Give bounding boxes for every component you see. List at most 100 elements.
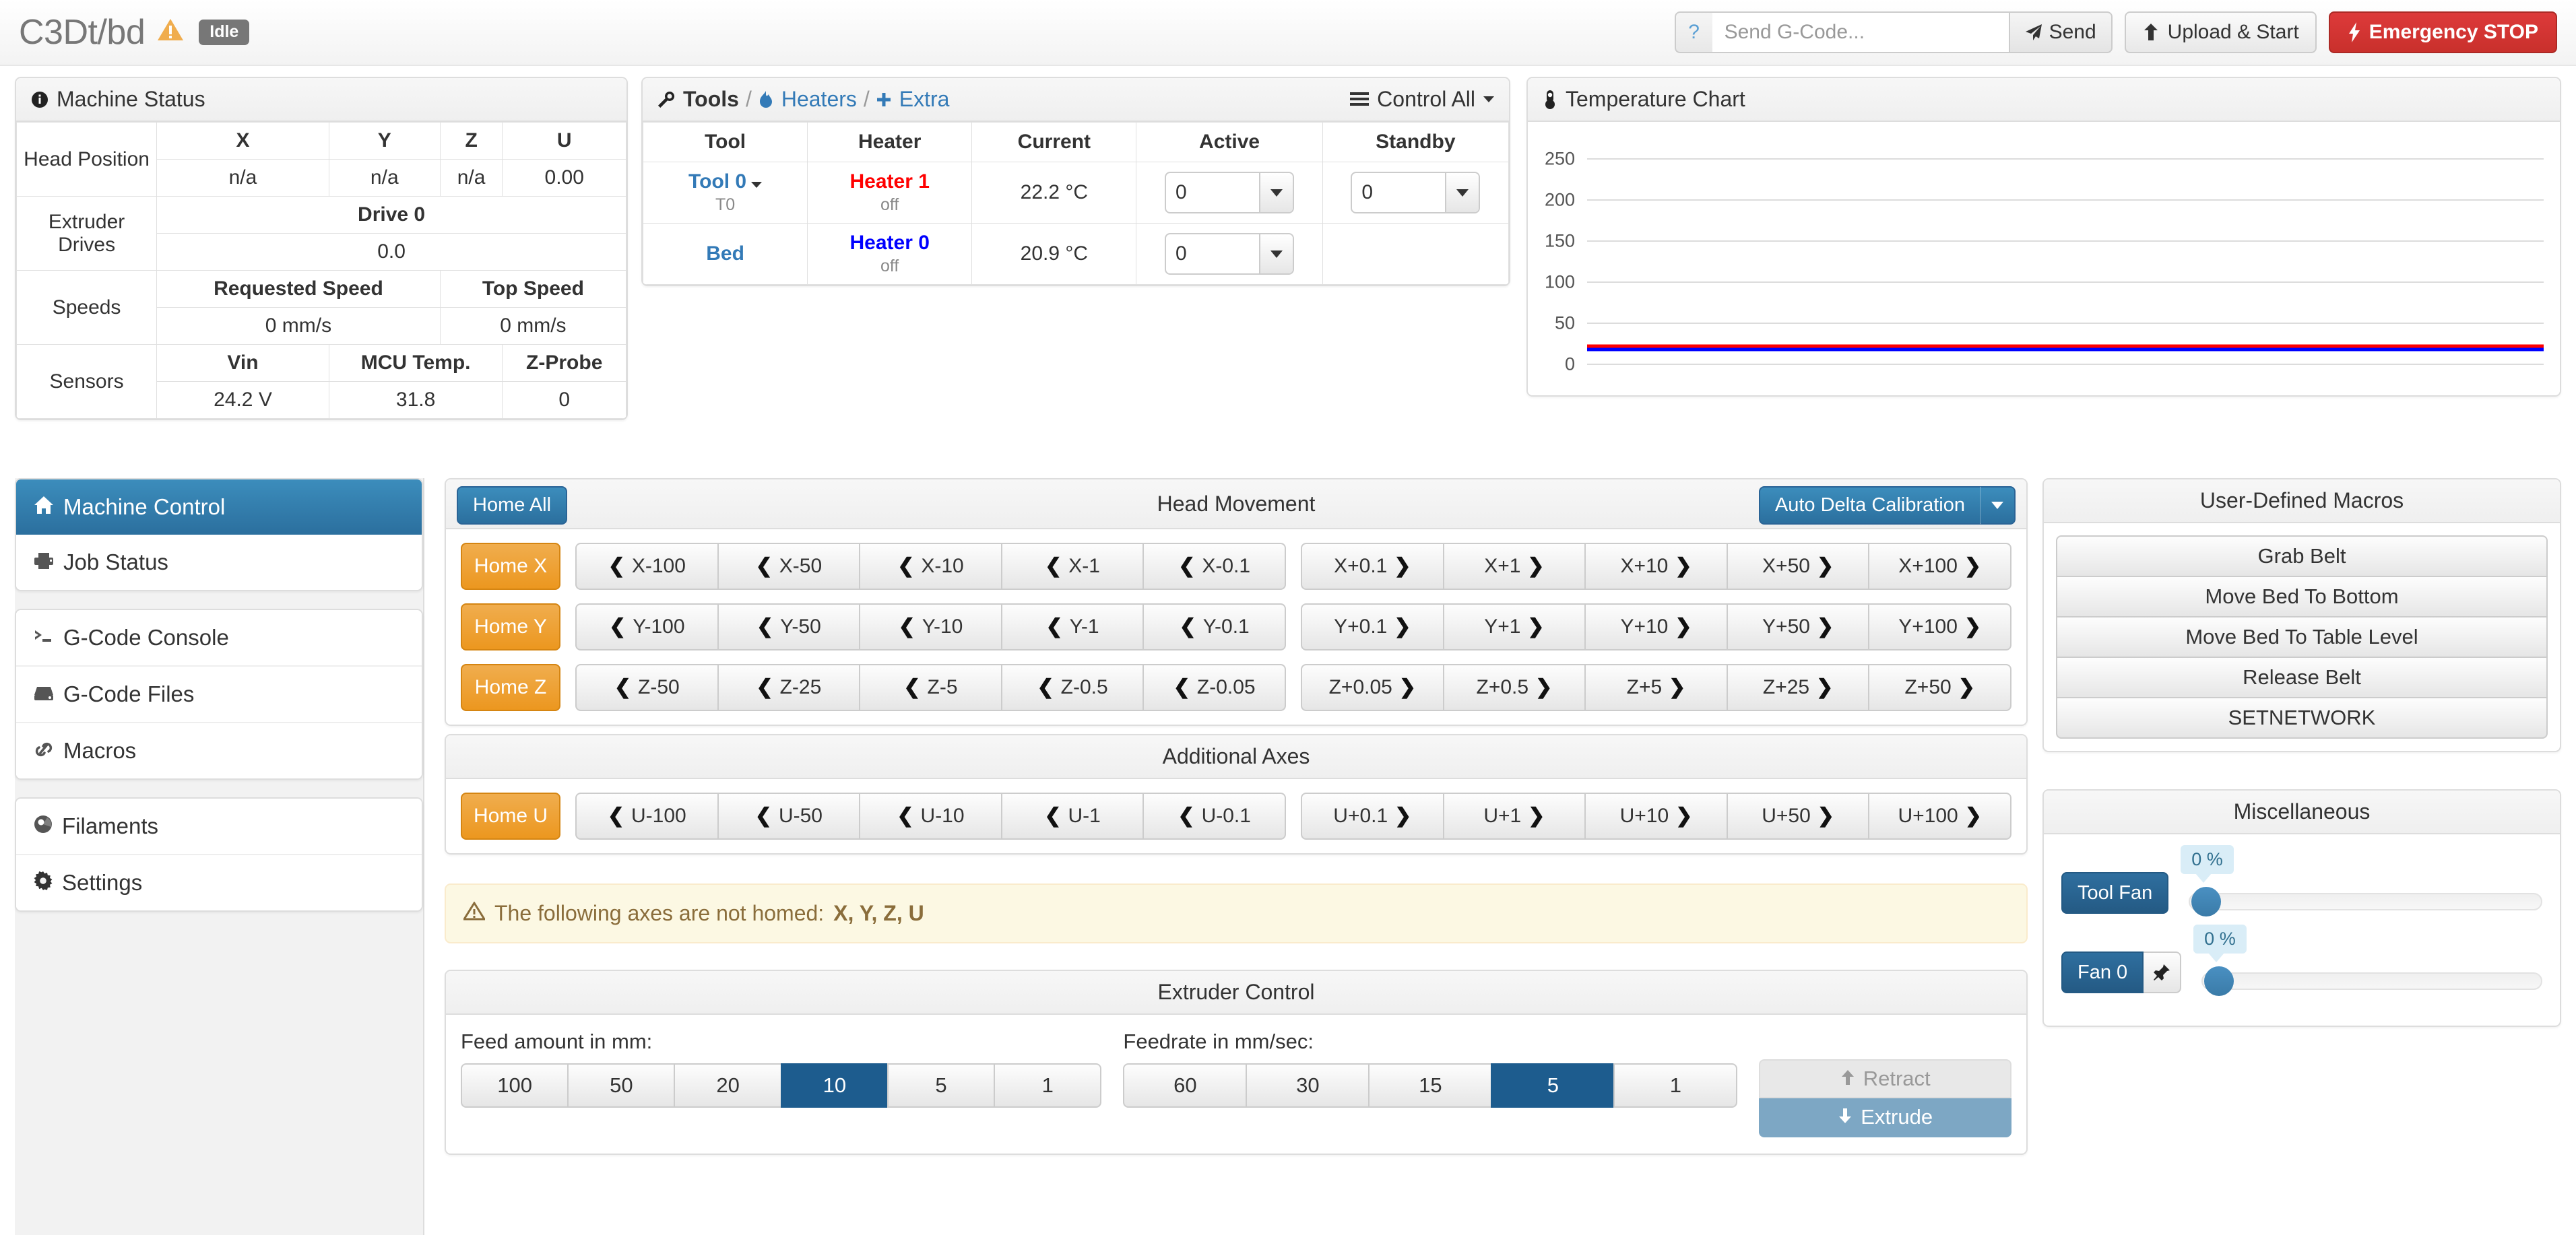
feedrate-option-selected[interactable]: 5 xyxy=(1491,1063,1615,1108)
heater-cell[interactable]: Heater 1 off xyxy=(807,162,973,224)
jog-button[interactable]: ❮ Z-0.5 xyxy=(1000,664,1145,711)
jog-button[interactable]: ❮ X-50 xyxy=(717,543,861,590)
sidebar-item-gcode-files[interactable]: G-Code Files xyxy=(16,667,422,723)
feed-amount-option[interactable]: 1 xyxy=(994,1063,1102,1108)
tool-fan-button[interactable]: Tool Fan xyxy=(2061,872,2169,914)
gcode-input[interactable]: Send G-Code... xyxy=(1712,11,2009,53)
standby-temp-select[interactable]: 0 xyxy=(1351,172,1481,213)
jog-button[interactable]: Z+5 ❯ xyxy=(1584,664,1728,711)
tab-tools[interactable]: Tools xyxy=(683,87,739,112)
active-temp-select[interactable]: 0 xyxy=(1165,233,1295,275)
jog-button[interactable]: ❮ Y-10 xyxy=(859,603,1002,650)
jog-button[interactable]: ❮ X-10 xyxy=(859,543,1002,590)
jog-button[interactable]: ❮ Y-1 xyxy=(1000,603,1145,650)
feed-amount-option[interactable]: 100 xyxy=(461,1063,569,1108)
home-y-button[interactable]: Home Y xyxy=(461,603,560,650)
jog-button[interactable]: U+0.1 ❯ xyxy=(1301,793,1444,840)
feedrate-option[interactable]: 15 xyxy=(1368,1063,1493,1108)
jog-button[interactable]: ❮ Z-0.05 xyxy=(1142,664,1286,711)
macro-button[interactable]: Move Bed To Table Level xyxy=(2056,616,2548,658)
feed-amount-option[interactable]: 50 xyxy=(567,1063,676,1108)
tool-fan-slider[interactable]: 0 % xyxy=(2181,845,2542,916)
slider-handle[interactable] xyxy=(2191,887,2222,916)
jog-button[interactable]: ❮ U-0.1 xyxy=(1142,793,1286,840)
jog-button[interactable]: U+1 ❯ xyxy=(1442,793,1586,840)
calibration-dropdown-toggle[interactable] xyxy=(1980,486,2016,525)
tab-heaters[interactable]: Heaters xyxy=(781,87,857,112)
home-all-button[interactable]: Home All xyxy=(457,486,568,525)
chevron-down-icon[interactable] xyxy=(1259,234,1293,273)
jog-button[interactable]: X+10 ❯ xyxy=(1584,543,1728,590)
jog-button[interactable]: U+100 ❯ xyxy=(1868,793,2011,840)
macro-button[interactable]: SETNETWORK xyxy=(2056,697,2548,739)
sidebar-item-machine-control[interactable]: Machine Control xyxy=(16,479,422,535)
jog-button[interactable]: ❮ Z-5 xyxy=(859,664,1002,711)
chevron-down-icon[interactable] xyxy=(1445,173,1479,212)
temperature-chart-plot[interactable]: 0 50 100 150 200 250 xyxy=(1528,122,2560,395)
tool-name[interactable]: Bed xyxy=(706,242,744,265)
jog-button[interactable]: X+50 ❯ xyxy=(1726,543,1870,590)
jog-button[interactable]: ❮ X-0.1 xyxy=(1142,543,1286,590)
macro-button[interactable]: Grab Belt xyxy=(2056,535,2548,577)
tab-extra[interactable]: Extra xyxy=(899,87,950,112)
chevron-down-icon[interactable] xyxy=(1259,173,1293,212)
retract-button[interactable]: Retract xyxy=(1759,1059,2011,1098)
jog-button[interactable]: Y+100 ❯ xyxy=(1868,603,2011,650)
jog-button[interactable]: Y+0.1 ❯ xyxy=(1301,603,1444,650)
extrude-button[interactable]: Extrude xyxy=(1759,1098,2011,1137)
jog-button[interactable]: Z+50 ❯ xyxy=(1868,664,2011,711)
jog-button[interactable]: ❮ Z-50 xyxy=(575,664,719,711)
jog-button[interactable]: ❮ X-1 xyxy=(1000,543,1145,590)
feedrate-option[interactable]: 30 xyxy=(1246,1063,1370,1108)
sidebar-item-settings[interactable]: Settings xyxy=(16,855,422,910)
tool-name[interactable]: Tool 0 xyxy=(688,170,746,193)
jog-button[interactable]: ❮ Y-0.1 xyxy=(1142,603,1286,650)
control-all-dropdown[interactable]: Control All xyxy=(1350,87,1494,112)
sidebar-item-macros[interactable]: Macros xyxy=(16,723,422,778)
slider-track[interactable] xyxy=(2189,893,2542,910)
jog-button[interactable]: X+0.1 ❯ xyxy=(1301,543,1444,590)
jog-button[interactable]: ❮ U-10 xyxy=(859,793,1002,840)
tool-cell[interactable]: Bed xyxy=(643,223,808,285)
gcode-help-button[interactable]: ? xyxy=(1674,11,1712,53)
jog-button[interactable]: X+100 ❯ xyxy=(1868,543,2011,590)
jog-button[interactable]: Z+25 ❯ xyxy=(1726,664,1870,711)
home-x-button[interactable]: Home X xyxy=(461,543,560,590)
pushpin-icon[interactable] xyxy=(2144,952,2182,993)
jog-button[interactable]: Y+1 ❯ xyxy=(1442,603,1586,650)
feed-amount-option[interactable]: 20 xyxy=(674,1063,782,1108)
home-u-button[interactable]: Home U xyxy=(461,793,560,840)
jog-button[interactable]: ❮ X-100 xyxy=(575,543,719,590)
feed-amount-option-selected[interactable]: 10 xyxy=(780,1063,889,1108)
jog-button[interactable]: Y+10 ❯ xyxy=(1584,603,1728,650)
macro-button[interactable]: Release Belt xyxy=(2056,657,2548,698)
heater-name[interactable]: Heater 0 xyxy=(850,232,930,254)
jog-button[interactable]: ❮ Z-25 xyxy=(717,664,861,711)
active-temp-select[interactable]: 0 xyxy=(1165,172,1295,213)
home-z-button[interactable]: Home Z xyxy=(461,664,560,711)
feed-amount-option[interactable]: 5 xyxy=(887,1063,996,1108)
heater-name[interactable]: Heater 1 xyxy=(850,170,930,193)
upload-and-start-button[interactable]: Upload & Start xyxy=(2124,11,2317,53)
slider-track[interactable] xyxy=(2201,972,2542,990)
send-button[interactable]: Send xyxy=(2008,11,2113,53)
jog-button[interactable]: Z+0.5 ❯ xyxy=(1442,664,1586,711)
tool-cell[interactable]: Tool 0 T0 xyxy=(643,162,808,224)
feedrate-option[interactable]: 60 xyxy=(1123,1063,1248,1108)
macro-button[interactable]: Move Bed To Bottom xyxy=(2056,576,2548,618)
jog-button[interactable]: ❮ U-100 xyxy=(575,793,719,840)
jog-button[interactable]: ❮ Y-50 xyxy=(717,603,861,650)
feedrate-option[interactable]: 1 xyxy=(1613,1063,1738,1108)
jog-button[interactable]: U+50 ❯ xyxy=(1726,793,1870,840)
emergency-stop-button[interactable]: Emergency STOP xyxy=(2328,11,2557,53)
jog-button[interactable]: X+1 ❯ xyxy=(1442,543,1586,590)
sidebar-item-job-status[interactable]: Job Status xyxy=(16,535,422,590)
jog-button[interactable]: U+10 ❯ xyxy=(1584,793,1728,840)
fan-0-button[interactable]: Fan 0 xyxy=(2061,952,2144,993)
sidebar-item-filaments[interactable]: Filaments xyxy=(16,799,422,855)
jog-button[interactable]: ❮ U-1 xyxy=(1000,793,1145,840)
slider-handle[interactable] xyxy=(2204,966,2234,996)
auto-delta-calibration-button[interactable]: Auto Delta Calibration xyxy=(1758,486,1980,525)
jog-button[interactable]: ❮ Y-100 xyxy=(575,603,719,650)
jog-button[interactable]: Z+0.05 ❯ xyxy=(1301,664,1444,711)
